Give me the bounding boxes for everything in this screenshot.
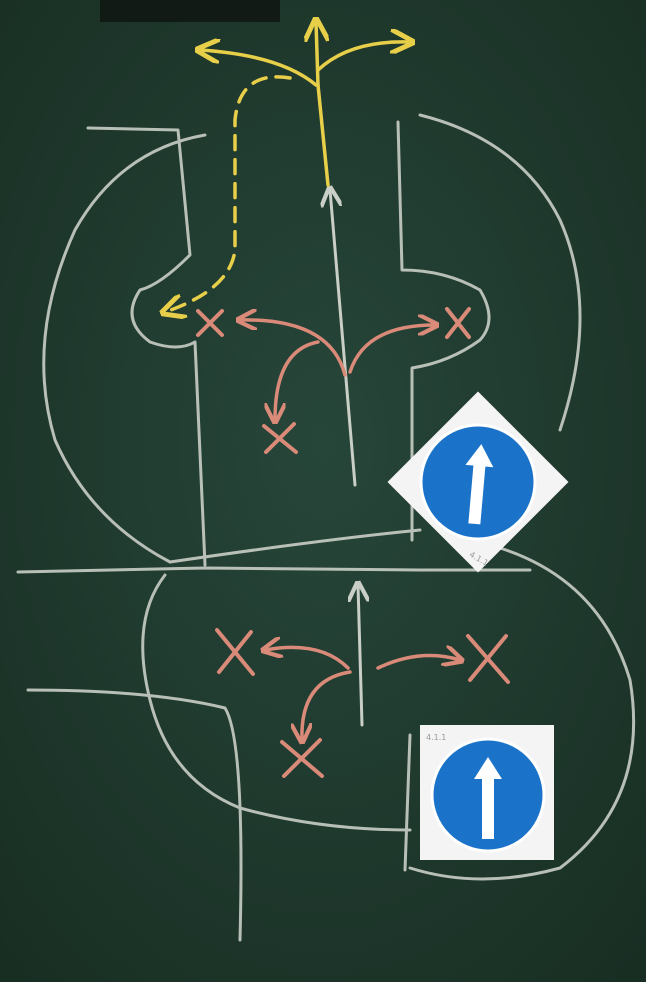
yellow-up-arrow bbox=[316, 22, 318, 87]
chalkboard-diagram: 4.1.1 4.1.1 bbox=[0, 0, 646, 982]
board-top-edge bbox=[100, 0, 280, 22]
bottom-sign-code: 4.1.1 bbox=[426, 733, 446, 742]
bottom-road-sign: 4.1.1 bbox=[420, 725, 554, 860]
